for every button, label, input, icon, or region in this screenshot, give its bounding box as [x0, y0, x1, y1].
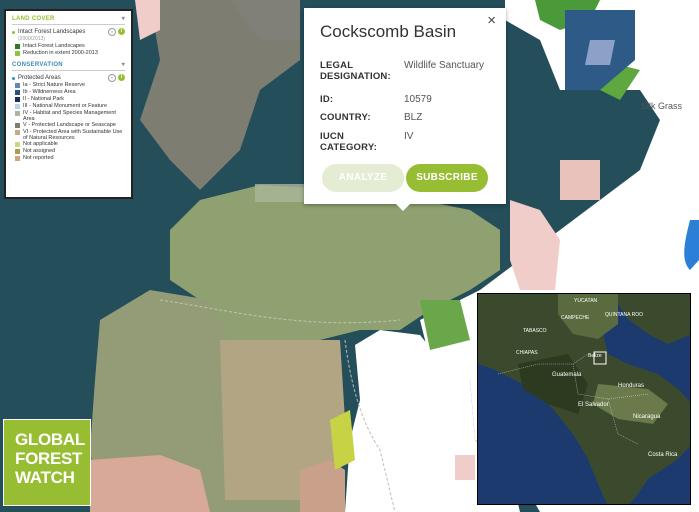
inset-label: Guatemala [552, 372, 582, 378]
logo-line-1: GLOBAL [15, 430, 85, 449]
inset-label: Honduras [618, 383, 644, 389]
legend-swatch [15, 110, 20, 116]
legend-layer-intact-forest: Intact Forest Landscapes × i [12, 28, 125, 36]
legend-item: II - National Park [15, 96, 125, 103]
layer-name: Protected Areas [18, 75, 61, 81]
chevron-down-icon[interactable]: ▾ [122, 15, 125, 22]
inset-map[interactable]: YUCATAN CAMPECHE QUINTANA ROO TABASCO CH… [477, 293, 691, 505]
legend-item: Intact Forest Landscapes [15, 43, 125, 50]
legend-item-label: Intact Forest Landscapes [23, 43, 85, 49]
map-area-pink-south [455, 455, 475, 480]
legend-layer-protected-areas: Protected Areas × i [12, 74, 125, 82]
legend-swatch [15, 148, 20, 154]
remove-layer-icon[interactable]: × [108, 28, 116, 36]
land-cover-heading: LAND COVER [12, 15, 55, 22]
legend-item: Not reported [15, 155, 125, 162]
legend-item: Ia - Strict Nature Reserve [15, 82, 125, 89]
map-area-lightblue [585, 40, 615, 65]
legend-divider [12, 70, 125, 71]
conservation-heading: CONSERVATION [12, 61, 63, 68]
inset-map-svg: YUCATAN CAMPECHE QUINTANA ROO TABASCO CH… [478, 294, 690, 504]
popup-value: 10579 [404, 94, 432, 105]
close-icon[interactable]: × [487, 12, 496, 29]
info-icon[interactable]: i [118, 74, 125, 81]
place-label: Silk Grass [641, 101, 683, 111]
legend-item-label: Not reported [23, 155, 54, 161]
legend-swatch [15, 122, 20, 128]
legend-item: Ib - Wildnerness Area [15, 89, 125, 96]
legend-item: VI - Protected Area with Sustainable Use… [15, 129, 125, 141]
legend-item-label: Ib - Wildnerness Area [23, 89, 76, 95]
inset-label: CAMPECHE [561, 315, 590, 321]
gfw-logo[interactable]: GLOBAL FOREST WATCH [3, 419, 91, 506]
legend-item-label: Not assigned [23, 148, 56, 154]
legend-swatch [15, 50, 20, 56]
popup-title: Cockscomb Basin [320, 22, 457, 41]
legend-swatch [15, 96, 20, 102]
legend-item-label: V - Protected Landscape or Seascape [23, 122, 116, 128]
layer-dot-icon [12, 30, 15, 34]
legend-swatch [15, 43, 20, 49]
legend-item: Reduction in extent 2000-2013 [15, 50, 125, 57]
layer-subtitle: (2000/2013) [18, 36, 45, 42]
inset-label: Nicaragua [633, 414, 661, 420]
land-cover-header[interactable]: LAND COVER ▾ [12, 15, 125, 23]
map-area-pink-mid [560, 160, 600, 200]
legend-item-label: II - National Park [23, 96, 64, 102]
popup-value: BLZ [404, 112, 423, 123]
layer-name: Intact Forest Landscapes [18, 29, 86, 35]
info-popup: Cockscomb Basin × LEGAL DESIGNATION: Wil… [304, 8, 506, 211]
legend-swatch [15, 155, 20, 161]
conservation-header[interactable]: CONSERVATION ▾ [12, 61, 125, 69]
logo-line-2: FOREST [15, 449, 83, 468]
legend-item: IV - Habitat and Species Management Area [15, 110, 125, 122]
legend-item: V - Protected Landscape or Seascape [15, 122, 125, 129]
popup-value: Wildlife Sanctuary [404, 60, 485, 71]
legend-item-label: Reduction in extent 2000-2013 [23, 50, 98, 56]
legend-swatch [15, 129, 20, 135]
layer-dot-icon [12, 76, 15, 80]
inset-label: Belize [588, 353, 602, 359]
map-selection-strip [255, 184, 305, 202]
legend-item: Not assigned [15, 148, 125, 155]
legend-item-label: VI - Protected Area with Sustainable Use… [23, 129, 123, 141]
analyze-button[interactable]: ANALYZE [322, 164, 404, 192]
legend-swatch [15, 89, 20, 95]
legend-panel: LAND COVER ▾ Intact Forest Landscapes × … [4, 9, 133, 199]
legend-swatch [15, 141, 20, 147]
inset-label: El Salvador [578, 402, 609, 408]
legend-swatch [15, 103, 20, 109]
popup-key: ID: [320, 94, 334, 105]
info-icon[interactable]: i [118, 28, 125, 35]
remove-layer-icon[interactable]: × [108, 74, 116, 82]
legend-divider [12, 24, 125, 25]
popup-key: IUCN CATEGORY: [320, 131, 378, 153]
legend-swatch [15, 82, 20, 88]
popup-value: IV [404, 131, 414, 142]
legend-item-label: Not applicable [23, 141, 58, 147]
inset-label: Costa Rica [648, 452, 678, 458]
legend-item-label: Ia - Strict Nature Reserve [23, 82, 86, 88]
inset-label: TABASCO [523, 328, 547, 334]
popup-key: COUNTRY: [320, 112, 371, 123]
legend-item-label: III - National Monument or Feature [23, 103, 108, 109]
popup-key: LEGAL DESIGNATION: [320, 60, 391, 82]
chevron-down-icon[interactable]: ▾ [122, 61, 125, 68]
legend-item: Not applicable [15, 141, 125, 148]
subscribe-button[interactable]: SUBSCRIBE [406, 164, 488, 192]
inset-label: YUCATAN [574, 298, 598, 304]
inset-label: CHIAPAS [516, 350, 538, 356]
logo-line-3: WATCH [15, 468, 75, 487]
inset-label: QUINTANA ROO [605, 312, 643, 318]
legend-item-label: IV - Habitat and Species Management Area [23, 110, 116, 122]
legend-item: III - National Monument or Feature [15, 103, 125, 110]
